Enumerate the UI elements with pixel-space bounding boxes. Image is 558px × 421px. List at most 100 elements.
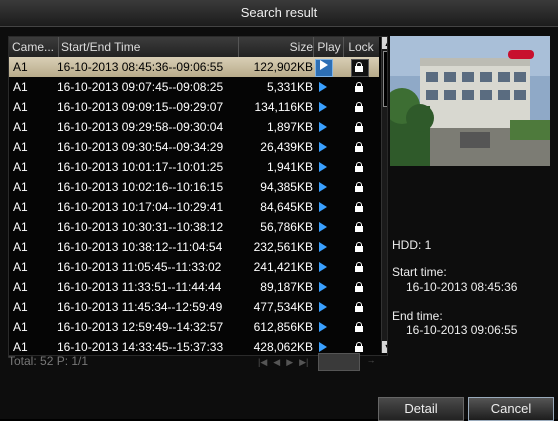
play-icon [319,182,327,192]
lock-icon [355,62,363,72]
scroll-thumb[interactable] [383,51,387,107]
prev-page-icon[interactable]: ◀ [273,357,280,367]
camera-cell: A1 [13,100,28,114]
lock-button[interactable] [345,77,375,97]
lock-button[interactable] [345,277,375,297]
play-icon [319,322,327,332]
lock-button[interactable] [345,97,375,117]
lock-button[interactable] [345,117,375,137]
table-row[interactable]: A1 16-10-2013 10:30:31--10:38:12 56,786KB [9,217,379,237]
lock-button[interactable] [345,177,375,197]
camera-cell: A1 [13,80,28,94]
table-row[interactable]: A1 16-10-2013 11:33:51--11:44:44 89,187KB [9,277,379,297]
scroll-up-button[interactable]: ▲ [382,37,387,49]
table-row[interactable]: A1 16-10-2013 09:30:54--09:34:29 26,439KB [9,137,379,157]
lock-button[interactable] [345,237,375,257]
table-header: Came... Start/End Time Size Play Lock [9,37,379,57]
table-row[interactable]: A1 16-10-2013 09:29:58--09:30:04 1,897KB [9,117,379,137]
play-button[interactable] [315,137,341,157]
size-cell: 84,645KB [260,200,313,214]
table-row[interactable]: A1 16-10-2013 12:59:49--14:32:57 612,856KB [9,317,379,337]
lock-button[interactable] [345,217,375,237]
play-button[interactable] [315,57,341,77]
table-row[interactable]: A1 16-10-2013 09:07:45--09:08:25 5,331KB [9,77,379,97]
lock-icon [355,182,363,192]
start-time-label: Start time: [392,265,447,279]
table-row[interactable]: A1 16-10-2013 08:45:36--09:06:55 122,902KB [9,57,379,77]
play-icon [319,282,327,292]
size-cell: 1,897KB [266,120,313,134]
lock-icon [355,82,363,92]
table-row[interactable]: A1 16-10-2013 10:38:12--11:04:54 232,561KB [9,237,379,257]
table-row[interactable]: A1 16-10-2013 10:02:16--10:16:15 94,385KB [9,177,379,197]
last-page-icon[interactable]: ▶| [299,357,308,367]
table-row[interactable]: A1 16-10-2013 09:09:15--09:29:07 134,116KB [9,97,379,117]
table-row[interactable]: A1 16-10-2013 10:01:17--10:01:25 1,941KB [9,157,379,177]
size-cell: 122,902KB [253,60,313,74]
camera-cell: A1 [13,120,28,134]
vertical-scrollbar[interactable]: ▲ ▼ [381,37,387,353]
play-button[interactable] [315,157,341,177]
video-thumbnail [390,36,550,166]
play-icon [319,222,327,232]
play-button[interactable] [315,257,341,277]
play-button[interactable] [315,237,341,257]
lock-button[interactable] [345,157,375,177]
time-cell: 16-10-2013 09:07:45--09:08:25 [57,80,224,94]
camera-cell: A1 [13,280,28,294]
pager-controls: |◀ ◀ ▶ ▶| [258,357,314,369]
table-row[interactable]: A1 16-10-2013 10:17:04--10:29:41 84,645KB [9,197,379,217]
size-cell: 477,534KB [253,300,313,314]
size-cell: 134,116KB [254,100,314,114]
play-button[interactable] [315,117,341,137]
lock-button[interactable] [345,317,375,337]
lock-button[interactable] [345,297,375,317]
column-header-play[interactable]: Play [315,37,344,57]
size-cell: 5,331KB [266,80,313,94]
time-cell: 16-10-2013 09:30:54--09:34:29 [57,140,224,154]
play-button[interactable] [315,317,341,337]
lock-button[interactable] [345,57,375,77]
play-button[interactable] [315,277,341,297]
lock-button[interactable] [345,137,375,157]
play-button[interactable] [315,77,341,97]
first-page-icon[interactable]: |◀ [258,357,267,367]
lock-button[interactable] [345,257,375,277]
table-row[interactable]: A1 16-10-2013 11:05:45--11:33:02 241,421KB [9,257,379,277]
next-page-icon[interactable]: ▶ [286,357,293,367]
search-result-list: Came... Start/End Time Size Play Lock A1… [8,36,388,356]
hdd-label: HDD: 1 [392,238,432,252]
window-title: Search result [0,0,558,27]
lock-icon [355,262,363,272]
time-cell: 16-10-2013 09:09:15--09:29:07 [57,100,224,114]
play-button[interactable] [315,97,341,117]
size-cell: 26,439KB [260,140,313,154]
column-header-lock[interactable]: Lock [345,37,377,57]
play-button[interactable] [315,217,341,237]
table-body: A1 16-10-2013 08:45:36--09:06:55 122,902KB… [9,57,379,355]
lock-icon [355,122,363,132]
size-cell: 232,561KB [253,240,313,254]
time-cell: 16-10-2013 08:45:36--09:06:55 [57,60,224,74]
detail-button[interactable]: Detail [378,397,464,421]
time-cell: 16-10-2013 11:33:51--11:44:44 [57,280,222,294]
time-cell: 16-10-2013 10:38:12--11:04:54 [57,240,223,254]
column-header-camera[interactable]: Came... [9,37,59,57]
column-header-time[interactable]: Start/End Time [59,37,239,57]
play-button[interactable] [315,197,341,217]
play-icon [319,302,327,312]
table-row[interactable]: A1 16-10-2013 11:45:34--12:59:49 477,534KB [9,297,379,317]
lock-button[interactable] [345,197,375,217]
play-button[interactable] [315,177,341,197]
cancel-button[interactable]: Cancel [468,397,554,421]
play-button[interactable] [315,297,341,317]
lock-icon [355,282,363,292]
play-icon [319,102,327,112]
search-result-window: Search result Came... Start/End Time Siz… [0,0,558,421]
column-header-size[interactable]: Size [239,37,314,57]
lock-icon [355,242,363,252]
camera-cell: A1 [13,300,28,314]
page-number-input[interactable] [318,353,360,371]
go-page-icon[interactable]: → [364,355,378,367]
time-cell: 16-10-2013 10:02:16--10:16:15 [57,180,224,194]
